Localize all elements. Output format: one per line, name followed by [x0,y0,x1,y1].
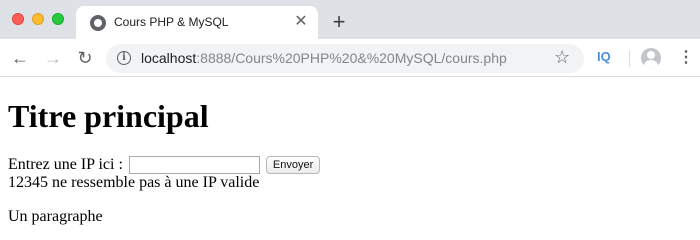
window-maximize-button[interactable] [52,13,64,25]
toolbar-divider [629,51,630,67]
extension-iq-icon[interactable]: IQ [597,49,611,64]
page-content: Titre principal Entrez une IP ici : Envo… [8,78,692,226]
ip-input[interactable] [128,156,260,175]
browser-toolbar: ← → ↻ i localhost:8888/Cours%20PHP%20&%2… [0,39,700,77]
ip-form: Entrez une IP ici : Envoyer [8,156,692,175]
url-path: :8888/Cours%20PHP%20&%20MySQL/cours.php [196,50,507,66]
page-title: Titre principal [8,98,209,134]
url-host: localhost [141,50,197,66]
address-bar[interactable]: i localhost:8888/Cours%20PHP%20&%20MySQL… [106,44,584,73]
submit-button[interactable]: Envoyer [265,156,321,175]
validation-message: 12345 ne ressemble pas à une IP valide [8,174,260,192]
window-minimize-button[interactable] [32,13,44,25]
tab-strip: Cours PHP & MySQL ✕ + [0,0,700,39]
profile-avatar-icon[interactable] [641,48,661,68]
reload-icon[interactable]: ↻ [74,47,96,69]
paragraph-text: Un paragraphe [8,208,103,226]
forward-arrow-icon[interactable]: → [42,47,64,69]
tab-favicon-icon [90,15,106,31]
url-text[interactable]: localhost:8888/Cours%20PHP%20&%20MySQL/c… [141,50,507,66]
new-tab-button[interactable]: + [328,11,350,33]
info-icon[interactable]: i [117,51,131,65]
browser-tab[interactable]: Cours PHP & MySQL ✕ [76,6,318,39]
browser-menu-icon[interactable]: ⋮ [678,48,694,68]
tab-close-icon[interactable]: ✕ [292,13,310,31]
bookmark-star-icon[interactable]: ☆ [554,47,570,68]
ip-input-label: Entrez une IP ici : [8,156,123,173]
back-arrow-icon[interactable]: ← [9,47,31,69]
tab-title: Cours PHP & MySQL [114,15,229,29]
window-close-button[interactable] [12,13,24,25]
